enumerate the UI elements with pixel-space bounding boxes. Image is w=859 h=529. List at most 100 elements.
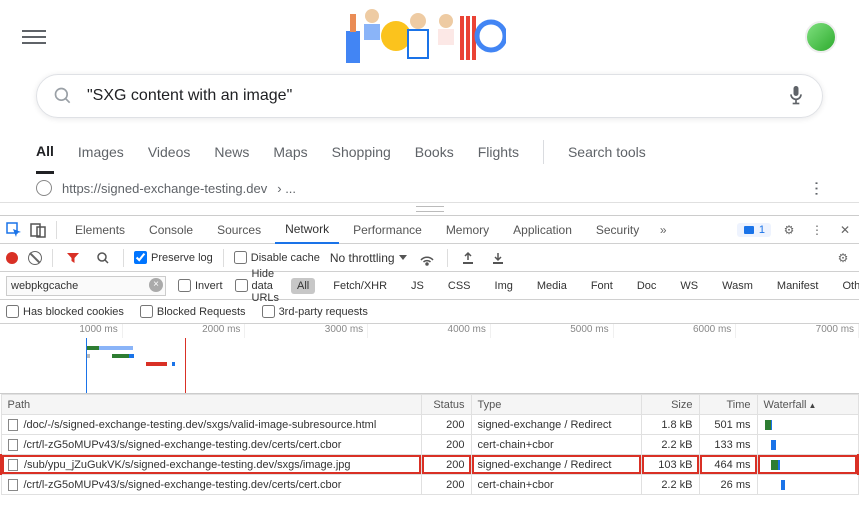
hide-data-urls-checkbox[interactable]: Hide data URLs: [235, 268, 280, 304]
filter-type-doc[interactable]: Doc: [631, 278, 663, 294]
tab-videos[interactable]: Videos: [148, 132, 191, 172]
table-row[interactable]: /sub/ypu_jZuGukVK/s/signed-exchange-test…: [1, 455, 858, 475]
panel-console[interactable]: Console: [139, 217, 203, 243]
filter-type-media[interactable]: Media: [531, 278, 573, 294]
waterfall-cell: [764, 478, 852, 491]
filter-type-all[interactable]: All: [291, 278, 315, 294]
filter-type-font[interactable]: Font: [585, 278, 619, 294]
request-type: signed-exchange / Redirect: [471, 415, 641, 435]
table-header-row: Path Status Type Size Time Waterfall▲: [1, 395, 858, 415]
table-row[interactable]: /crt/l-zG5oMUPv43/s/signed-exchange-test…: [1, 475, 858, 495]
waterfall-cell: [764, 458, 852, 471]
filter-type-manifest[interactable]: Manifest: [771, 278, 825, 294]
tab-maps[interactable]: Maps: [273, 132, 307, 172]
issues-badge[interactable]: 1: [737, 223, 771, 237]
panel-memory[interactable]: Memory: [436, 217, 499, 243]
panel-performance[interactable]: Performance: [343, 217, 432, 243]
table-row[interactable]: /crt/l-zG5oMUPv43/s/signed-exchange-test…: [1, 435, 858, 455]
table-row[interactable]: /doc/-/s/signed-exchange-testing.dev/sxg…: [1, 415, 858, 435]
disable-cache-checkbox[interactable]: Disable cache: [234, 251, 320, 264]
tab-all[interactable]: All: [36, 131, 54, 174]
preserve-log-checkbox[interactable]: Preserve log: [134, 251, 213, 264]
request-status: 200: [421, 435, 471, 455]
tab-flights[interactable]: Flights: [478, 132, 519, 172]
devtools-panel: Elements Console Sources Network Perform…: [0, 215, 859, 495]
col-size[interactable]: Size: [641, 395, 699, 415]
throttling-dropdown[interactable]: No throttling: [330, 251, 407, 265]
request-time: 464 ms: [699, 455, 757, 475]
file-icon: [8, 439, 18, 451]
request-size: 2.2 kB: [641, 435, 699, 455]
kebab-icon[interactable]: ⋮: [807, 220, 827, 240]
filter-type-img[interactable]: Img: [489, 278, 519, 294]
inspect-icon[interactable]: [4, 220, 24, 240]
file-icon: [8, 459, 18, 471]
network-filter-input[interactable]: [6, 276, 166, 296]
request-size: 103 kB: [641, 455, 699, 475]
panel-sources[interactable]: Sources: [207, 217, 271, 243]
request-time: 501 ms: [699, 415, 757, 435]
panel-network[interactable]: Network: [275, 216, 339, 244]
search-input[interactable]: [87, 87, 772, 105]
drawer-drag-handle[interactable]: [0, 203, 859, 215]
google-doodle-logo[interactable]: [346, 6, 506, 68]
record-button[interactable]: [6, 252, 18, 264]
avatar[interactable]: [805, 21, 837, 53]
upload-har-icon[interactable]: [458, 248, 478, 268]
network-filter-row-2: Has blocked cookies Blocked Requests 3rd…: [0, 300, 859, 324]
waterfall-cell: [764, 438, 852, 451]
download-har-icon[interactable]: [488, 248, 508, 268]
filter-type-other[interactable]: Other: [836, 278, 859, 294]
network-timeline-overview[interactable]: 1000 ms 2000 ms 3000 ms 4000 ms 5000 ms …: [0, 324, 859, 394]
settings-icon[interactable]: ⚙: [779, 220, 799, 240]
request-path: /doc/-/s/signed-exchange-testing.dev/sxg…: [24, 419, 377, 431]
panel-elements[interactable]: Elements: [65, 217, 135, 243]
panel-security[interactable]: Security: [586, 217, 649, 243]
search-tabs: All Images Videos News Maps Shopping Boo…: [0, 130, 859, 174]
blocked-cookies-checkbox[interactable]: Has blocked cookies: [6, 305, 124, 318]
col-waterfall[interactable]: Waterfall▲: [757, 395, 858, 415]
request-type: cert-chain+cbor: [471, 435, 641, 455]
filter-type-ws[interactable]: WS: [674, 278, 704, 294]
request-type: cert-chain+cbor: [471, 475, 641, 495]
request-path: /crt/l-zG5oMUPv43/s/signed-exchange-test…: [24, 479, 342, 491]
menu-icon[interactable]: [22, 25, 46, 49]
tab-books[interactable]: Books: [415, 132, 454, 172]
more-panels-icon[interactable]: »: [653, 220, 673, 240]
panel-application[interactable]: Application: [503, 217, 582, 243]
result-url[interactable]: https://signed-exchange-testing.dev: [62, 181, 267, 196]
col-path[interactable]: Path: [1, 395, 421, 415]
search-box: [36, 74, 823, 118]
mic-icon[interactable]: [786, 83, 806, 109]
network-settings-icon[interactable]: ⚙: [833, 248, 853, 268]
request-type: signed-exchange / Redirect: [471, 455, 641, 475]
request-time: 133 ms: [699, 435, 757, 455]
search-network-icon[interactable]: [93, 248, 113, 268]
col-status[interactable]: Status: [421, 395, 471, 415]
tab-shopping[interactable]: Shopping: [332, 132, 391, 172]
logo-wrap: [46, 6, 805, 68]
filter-icon[interactable]: [63, 248, 83, 268]
filter-type-css[interactable]: CSS: [442, 278, 477, 294]
invert-checkbox[interactable]: Invert: [178, 279, 223, 292]
col-time[interactable]: Time: [699, 395, 757, 415]
network-conditions-icon[interactable]: [417, 248, 437, 268]
filter-type-wasm[interactable]: Wasm: [716, 278, 759, 294]
clear-button[interactable]: [28, 251, 42, 265]
filter-type-js[interactable]: JS: [405, 278, 430, 294]
device-toggle-icon[interactable]: [28, 220, 48, 240]
close-icon[interactable]: ✕: [835, 220, 855, 240]
search-tools[interactable]: Search tools: [568, 132, 646, 172]
network-toolbar: Preserve log Disable cache No throttling…: [0, 244, 859, 272]
blocked-requests-checkbox[interactable]: Blocked Requests: [140, 305, 246, 318]
request-status: 200: [421, 415, 471, 435]
network-filter-row: × Invert Hide data URLs All Fetch/XHR JS…: [0, 272, 859, 300]
file-icon: [8, 419, 18, 431]
tab-images[interactable]: Images: [78, 132, 124, 172]
filter-type-fetch[interactable]: Fetch/XHR: [327, 278, 393, 294]
third-party-checkbox[interactable]: 3rd-party requests: [262, 305, 368, 318]
col-type[interactable]: Type: [471, 395, 641, 415]
tab-news[interactable]: News: [214, 132, 249, 172]
clear-filter-icon[interactable]: ×: [149, 278, 163, 292]
request-path: /sub/ypu_jZuGukVK/s/signed-exchange-test…: [24, 459, 351, 471]
